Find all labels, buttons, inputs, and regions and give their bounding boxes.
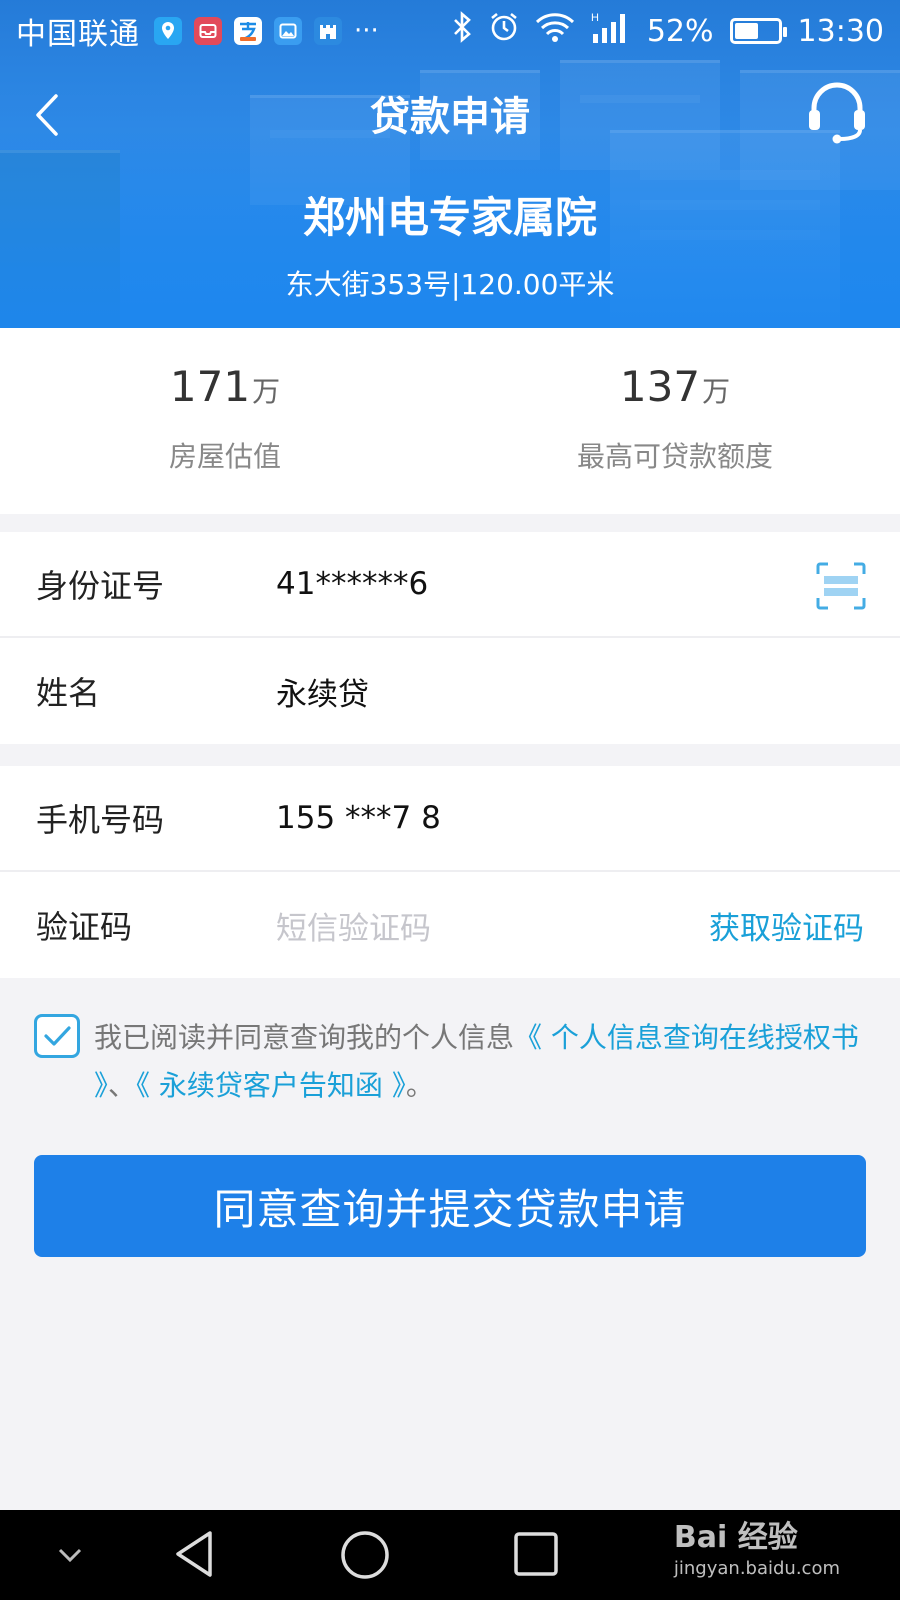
alarm-icon — [489, 12, 519, 50]
header-banner: 中国联通 ··· H 52% 13:30 贷款申请 郑州电专家属院 东大街353… — [0, 0, 900, 328]
get-code-button[interactable]: 获取验证码 — [709, 903, 864, 948]
location-app-icon — [154, 17, 182, 45]
bluetooth-icon — [451, 11, 473, 51]
customer-notice-link[interactable]: 《 永续贷客户告知函 》 — [136, 1069, 406, 1102]
status-bar: 中国联通 ··· H 52% 13:30 — [0, 0, 900, 62]
nav-bar: 贷款申请 — [0, 62, 900, 167]
back-triangle-icon[interactable] — [170, 1528, 220, 1584]
max-loan-block: 137万 最高可贷款额度 — [450, 328, 900, 514]
max-loan-value: 137 — [619, 362, 701, 411]
house-value-unit: 万 — [252, 375, 281, 408]
estate-name: 郑州电专家属院 — [302, 193, 597, 242]
phone-form-group: 手机号码 155 ***7 8 验证码 短信验证码 获取验证码 — [0, 766, 900, 978]
name-field[interactable]: 永续贷 — [276, 669, 369, 714]
identity-form-group: 身份证号 41******6 姓名 永续贷 — [0, 532, 900, 744]
phone-row: 手机号码 155 ***7 8 — [0, 766, 900, 872]
battery-icon — [729, 18, 787, 44]
max-loan-unit: 万 — [702, 375, 731, 408]
agreement-end: 。 — [405, 1069, 434, 1102]
recents-square-icon[interactable] — [512, 1530, 560, 1582]
more-notifications: ··· — [354, 16, 379, 46]
battery-percent: 52% — [646, 13, 714, 49]
name-row: 姓名 永续贷 — [0, 638, 900, 744]
scan-id-icon[interactable] — [816, 562, 866, 610]
id-number-label: 身份证号 — [36, 567, 165, 605]
page-title: 贷款申请 — [370, 94, 530, 140]
agree-checkbox[interactable] — [34, 1014, 80, 1058]
inbox-app-icon — [194, 17, 222, 45]
carrier-name: 中国联通 — [16, 17, 140, 52]
valuation-panel: 171万 房屋估值 137万 最高可贷款额度 — [0, 328, 900, 514]
agreement-text: 我已阅读并同意查询我的个人信息《 个人信息查询在线授权书 》、《 永续贷客户告知… — [94, 1014, 864, 1110]
id-number-row: 身份证号 41******6 — [0, 532, 900, 638]
alipay-app-icon — [234, 17, 262, 45]
sms-code-label: 验证码 — [36, 908, 133, 946]
phone-field[interactable]: 155 ***7 8 — [276, 800, 441, 836]
svg-text:H: H — [591, 12, 599, 24]
agreement-separator: 、 — [108, 1069, 137, 1102]
signal-icon: H — [591, 10, 631, 52]
house-value-block: 171万 房屋估值 — [0, 328, 450, 514]
phone-label: 手机号码 — [36, 801, 165, 839]
gallery-app-icon — [274, 17, 302, 45]
name-label: 姓名 — [36, 674, 101, 712]
wifi-icon — [535, 12, 575, 50]
submit-loan-button[interactable]: 同意查询并提交贷款申请 — [34, 1155, 866, 1257]
clock: 13:30 — [797, 13, 884, 49]
watermark-brand: Bai 经验 — [673, 1520, 798, 1555]
house-value: 171 — [169, 362, 251, 411]
castle-app-icon — [314, 17, 342, 45]
agreement-section: 我已阅读并同意查询我的个人信息《 个人信息查询在线授权书 》、《 永续贷客户告知… — [34, 1014, 864, 1110]
baidu-jingyan-watermark: Bai 经验 jingyan.baidu.com — [674, 1512, 840, 1579]
max-loan-label: 最高可贷款额度 — [576, 440, 773, 473]
house-value-label: 房屋估值 — [168, 440, 281, 473]
home-circle-icon[interactable] — [338, 1528, 392, 1586]
chevron-down-icon[interactable] — [55, 1540, 85, 1574]
id-number-field[interactable]: 41******6 — [276, 566, 428, 602]
watermark-url: jingyan.baidu.com — [673, 1558, 840, 1579]
estate-address-area: 东大街353号|120.00平米 — [285, 268, 615, 301]
agreement-statement: 我已阅读并同意查询我的个人信息 — [94, 1021, 515, 1054]
sms-code-input[interactable]: 短信验证码 — [276, 903, 431, 948]
headset-icon[interactable] — [806, 80, 868, 144]
sms-code-row: 验证码 短信验证码 获取验证码 — [0, 872, 900, 978]
